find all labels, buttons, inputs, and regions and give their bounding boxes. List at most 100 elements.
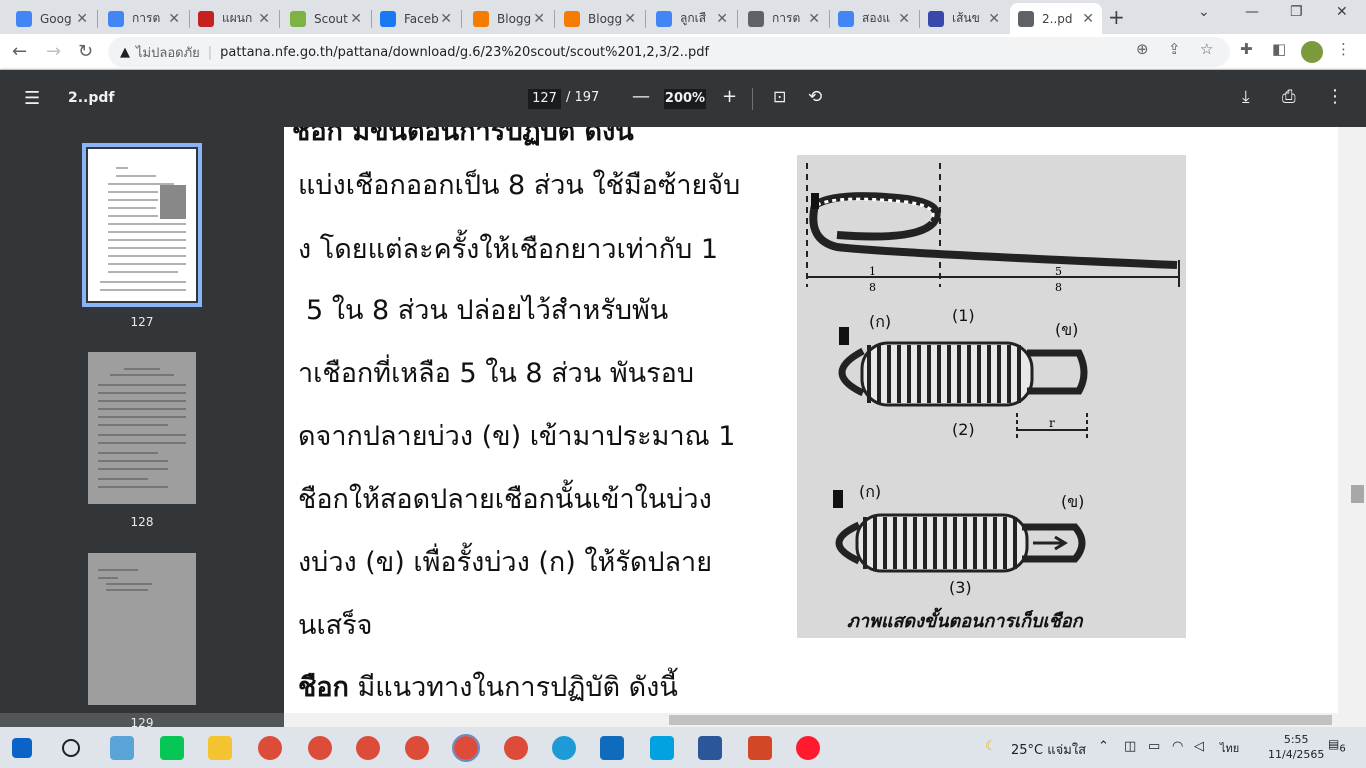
close-window-button[interactable]: ✕ <box>1336 4 1348 20</box>
download-icon[interactable]: ⤓ <box>1242 87 1250 107</box>
browser-tab[interactable]: Goog ✕ <box>8 3 96 34</box>
clock[interactable]: 5:55 11/4/2565 <box>1268 732 1324 762</box>
weather-text[interactable]: 25°C แจ่มใส <box>1011 739 1086 760</box>
chrome-profile-icon[interactable] <box>356 736 380 760</box>
fit-page-icon[interactable]: ⊡ <box>773 87 786 106</box>
start-icon[interactable] <box>12 738 32 758</box>
google-icon <box>16 10 32 27</box>
chrome-icon[interactable] <box>258 736 282 760</box>
line-icon[interactable] <box>160 736 184 760</box>
rope-figure: 1 8 5 8 (1) (ก) (ข) r (2) (ก) (ข) (3) ภา… <box>797 155 1186 638</box>
insecure-label[interactable]: ไม่ปลอดภัย <box>136 42 200 63</box>
browser-tab[interactable]: Faceb ✕ <box>372 3 460 34</box>
chrome-menu-icon[interactable]: ⋮ <box>1336 40 1351 58</box>
text-line: ชือกให้สอดปลายเชือกนั้นเข้าในบ่วง <box>298 484 712 515</box>
browser-tab[interactable]: Scout ✕ <box>282 3 370 34</box>
thumbnail-page-127[interactable] <box>82 143 202 307</box>
close-tab-icon[interactable]: ✕ <box>350 11 362 27</box>
address-bar[interactable]: ▲ ไม่ปลอดภัย | pattana.nfe.go.th/pattana… <box>108 37 1230 67</box>
zoom-input[interactable]: 200% <box>664 89 706 109</box>
minimize-button[interactable]: — <box>1245 4 1259 20</box>
tab-separator <box>97 10 98 28</box>
close-tab-icon[interactable]: ✕ <box>716 11 728 27</box>
close-tab-icon[interactable]: ✕ <box>808 11 820 27</box>
browser-tab[interactable]: Blogg ✕ <box>556 3 644 34</box>
sidebar-menu-icon[interactable]: ☰ <box>24 88 40 109</box>
new-tab-button[interactable]: + <box>1108 5 1125 29</box>
browser-tab[interactable]: การต ✕ <box>740 3 828 34</box>
text-line: นเสร็จ <box>298 610 373 641</box>
browser-tab[interactable]: 2..pd ✕ <box>1010 3 1102 34</box>
browser-tab[interactable]: การต ✕ <box>100 3 188 34</box>
r-label: r <box>1049 416 1055 430</box>
word-icon[interactable] <box>698 736 722 760</box>
side-panel-icon[interactable]: ◧ <box>1272 40 1286 58</box>
show-hidden-icons[interactable]: ⌃ <box>1098 739 1109 754</box>
close-tab-icon[interactable]: ✕ <box>168 11 180 27</box>
vertical-scrollbar[interactable] <box>1338 127 1366 713</box>
bookmark-star-icon[interactable]: ☆ <box>1200 40 1213 58</box>
rotate-icon[interactable]: ⟲ <box>808 87 822 107</box>
browser-tab[interactable]: แผนก ✕ <box>190 3 278 34</box>
app-l-icon[interactable] <box>650 736 674 760</box>
reload-button[interactable]: ↻ <box>78 41 93 62</box>
edge-icon[interactable] <box>552 736 576 760</box>
share-icon[interactable]: ⇪ <box>1168 40 1181 58</box>
weather-icon[interactable]: ☾ <box>985 739 997 754</box>
maximize-button[interactable]: ❐ <box>1290 4 1303 20</box>
mail-icon[interactable] <box>600 736 624 760</box>
tab-separator <box>461 10 462 28</box>
chrome-profile-icon[interactable] <box>504 736 528 760</box>
more-options-icon[interactable]: ⋮ <box>1326 86 1344 107</box>
close-tab-icon[interactable]: ✕ <box>898 11 910 27</box>
tab-title: 2..pd <box>1042 11 1073 26</box>
chrome-profile-icon[interactable] <box>405 736 429 760</box>
thumbnail-page-129[interactable] <box>88 553 196 705</box>
zoom-icon[interactable]: ⊕ <box>1136 40 1149 58</box>
taskview-icon[interactable] <box>110 736 134 760</box>
battery-icon[interactable]: ▭ <box>1148 739 1160 754</box>
close-tab-icon[interactable]: ✕ <box>1082 11 1094 27</box>
warning-icon[interactable]: ▲ <box>120 45 130 60</box>
print-icon[interactable]: ⎙ <box>1282 87 1296 107</box>
text-line: ดจากปลายบ่วง (ข) เข้ามาประมาณ 1 <box>298 421 736 452</box>
tab-search-icon[interactable]: ⌄ <box>1198 4 1210 20</box>
chrome-active-icon[interactable] <box>452 734 480 762</box>
close-tab-icon[interactable]: ✕ <box>988 11 1000 27</box>
network-icon[interactable]: ◫ <box>1124 739 1136 754</box>
vertical-scroll-thumb[interactable] <box>1351 485 1364 503</box>
page-number-input[interactable]: 127 <box>528 89 561 109</box>
browser-tab[interactable]: Blogg ✕ <box>465 3 553 34</box>
back-button[interactable]: ← <box>12 41 27 62</box>
close-tab-icon[interactable]: ✕ <box>258 11 270 27</box>
time: 5:55 <box>1283 733 1309 746</box>
fraction-right: 5 <box>1055 265 1062 278</box>
extensions-icon[interactable]: ✚ <box>1240 40 1253 58</box>
browser-tab[interactable]: สองแ ✕ <box>830 3 918 34</box>
zoom-in-button[interactable]: + <box>722 86 737 107</box>
profile-avatar[interactable] <box>1301 41 1323 63</box>
powerpoint-icon[interactable] <box>748 736 772 760</box>
wifi-icon[interactable]: ◠ <box>1172 739 1183 754</box>
browser-tab[interactable]: เส้นข ✕ <box>920 3 1008 34</box>
tab-title: แผนก <box>222 11 253 25</box>
close-tab-icon[interactable]: ✕ <box>440 11 452 27</box>
close-tab-icon[interactable]: ✕ <box>624 11 636 27</box>
opera-icon[interactable] <box>796 736 820 760</box>
file-explorer-icon[interactable] <box>208 736 232 760</box>
notification-icon[interactable]: ▤6 <box>1328 737 1346 754</box>
url-text[interactable]: pattana.nfe.go.th/pattana/download/g.6/2… <box>220 45 709 60</box>
thumbnail-page-128[interactable] <box>88 352 196 504</box>
forward-button[interactable]: → <box>46 41 61 62</box>
label-kho-3: (ข) <box>1061 492 1084 511</box>
horizontal-scroll-thumb[interactable] <box>669 715 1332 725</box>
volume-icon[interactable]: ◁ <box>1194 739 1204 754</box>
language-indicator[interactable]: ไทย <box>1220 739 1239 757</box>
chrome-profile-icon[interactable] <box>308 736 332 760</box>
tab-strip: Goog ✕ การต ✕ แผนก ✕ Scout ✕ Faceb ✕ Blogg ✕ Blogg ✕ ล… <box>0 0 1366 34</box>
zoom-out-button[interactable]: — <box>632 86 650 107</box>
browser-tab[interactable]: ลูกเสื ✕ <box>648 3 736 34</box>
close-tab-icon[interactable]: ✕ <box>533 11 545 27</box>
close-tab-icon[interactable]: ✕ <box>76 11 88 27</box>
search-icon[interactable] <box>62 739 80 757</box>
